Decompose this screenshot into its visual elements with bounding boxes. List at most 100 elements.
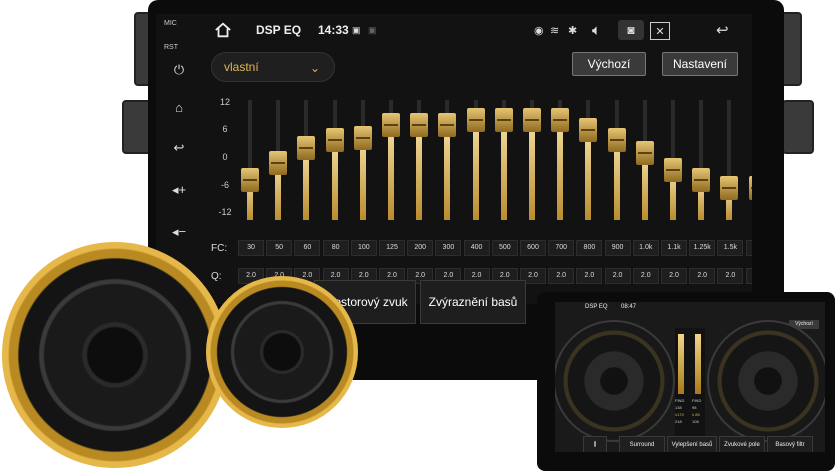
slider-knob[interactable] bbox=[353, 126, 372, 150]
q-cell[interactable]: 2.0 bbox=[745, 268, 752, 284]
slider-fill bbox=[416, 125, 423, 220]
mount-bracket-right-lower bbox=[782, 100, 814, 154]
fc-cell[interactable]: 80 bbox=[322, 240, 349, 256]
eq-slider[interactable] bbox=[691, 100, 711, 220]
q-cell[interactable]: 2.0 bbox=[717, 268, 744, 284]
back-side-icon[interactable]: ↩ bbox=[168, 140, 190, 158]
slider-knob[interactable] bbox=[692, 168, 711, 192]
q-cell[interactable]: 2.0 bbox=[576, 268, 603, 284]
mini-fader-right[interactable] bbox=[695, 334, 701, 394]
eq-slider[interactable] bbox=[437, 100, 457, 220]
back-icon[interactable]: ↩ bbox=[716, 20, 729, 40]
slider-knob[interactable] bbox=[523, 108, 541, 132]
eq-slider[interactable] bbox=[635, 100, 655, 220]
fc-cell[interactable]: 60 bbox=[294, 240, 321, 256]
eq-slider[interactable] bbox=[607, 100, 627, 220]
fc-cell[interactable]: 800 bbox=[576, 240, 603, 256]
volume-up-icon[interactable]: ◂+ bbox=[168, 182, 190, 200]
fc-cell[interactable]: 300 bbox=[435, 240, 462, 256]
q-cell[interactable]: 2.0 bbox=[548, 268, 575, 284]
fc-cell[interactable]: 700 bbox=[548, 240, 575, 256]
fc-cell[interactable]: 200 bbox=[407, 240, 434, 256]
y-tick: 6 bbox=[222, 124, 228, 134]
eq-slider[interactable] bbox=[325, 100, 345, 220]
mini-readout: 98 bbox=[692, 405, 697, 410]
mini-fader-label: FIND bbox=[675, 398, 685, 403]
settings-button[interactable]: Nastavení bbox=[662, 52, 738, 76]
eq-slider[interactable] bbox=[466, 100, 486, 220]
eq-slider[interactable] bbox=[381, 100, 401, 220]
eq-slider[interactable] bbox=[296, 100, 316, 220]
fc-cell[interactable]: 900 bbox=[604, 240, 631, 256]
mini-tab-surround[interactable]: Surround bbox=[619, 436, 665, 452]
fc-cell[interactable]: 400 bbox=[463, 240, 490, 256]
location-icon: ◉ bbox=[534, 24, 544, 37]
slider-knob[interactable] bbox=[664, 158, 682, 182]
eq-slider[interactable] bbox=[663, 100, 683, 220]
wifi-icon: ≋ bbox=[550, 24, 560, 37]
slider-knob[interactable] bbox=[748, 176, 752, 200]
preset-dropdown[interactable]: vlastní ⌄ bbox=[211, 52, 335, 82]
home-side-icon[interactable]: ⌂ bbox=[168, 100, 190, 118]
close-app-icon[interactable]: ✕ bbox=[650, 22, 670, 40]
mini-tab-sound-field[interactable]: Zvukové pole bbox=[719, 436, 765, 452]
fc-cell[interactable]: 600 bbox=[520, 240, 546, 256]
mini-tab-bass[interactable]: Vylepšení basů bbox=[667, 436, 717, 452]
eq-slider[interactable] bbox=[409, 100, 429, 220]
fc-cell[interactable]: 100 bbox=[350, 240, 377, 256]
volume-icon[interactable]: 🔈︎ bbox=[592, 20, 601, 40]
slider-knob[interactable] bbox=[325, 128, 344, 152]
eq-slider[interactable] bbox=[719, 100, 739, 220]
mini-clock: 08:47 bbox=[621, 304, 637, 310]
fc-cell[interactable]: 500 bbox=[491, 240, 518, 256]
slider-knob[interactable] bbox=[607, 128, 626, 152]
fc-cell[interactable]: 1.0k bbox=[632, 240, 659, 256]
mini-tab-equalizer[interactable]: ⫼ bbox=[583, 436, 607, 452]
y-tick: 12 bbox=[219, 97, 230, 107]
home-icon[interactable] bbox=[214, 21, 232, 39]
slider-knob[interactable] bbox=[466, 108, 485, 132]
mini-tab-bass-filter[interactable]: Basový filtr bbox=[767, 436, 813, 452]
fc-cell[interactable]: 125 bbox=[379, 240, 405, 256]
eq-slider[interactable] bbox=[522, 100, 542, 220]
fc-cell[interactable]: 1.1k bbox=[661, 240, 687, 256]
slider-knob[interactable] bbox=[551, 108, 570, 132]
fc-cell[interactable]: 30 bbox=[238, 240, 264, 256]
tab-bass-boost[interactable]: Zvýraznění basů bbox=[420, 280, 526, 324]
mini-readout: ≤170 bbox=[675, 412, 684, 417]
fc-cell[interactable]: 1.25k bbox=[689, 240, 716, 256]
q-cell[interactable]: 2.0 bbox=[632, 268, 659, 284]
eq-slider[interactable] bbox=[748, 100, 752, 220]
eq-slider[interactable] bbox=[240, 100, 260, 220]
fc-cell[interactable]: 1.5k bbox=[717, 240, 744, 256]
volume-down-icon[interactable]: ◂− bbox=[168, 224, 190, 242]
eq-slider[interactable] bbox=[578, 100, 598, 220]
slider-knob[interactable] bbox=[635, 141, 654, 165]
power-icon[interactable]: ⏻ bbox=[168, 62, 190, 80]
slider-knob[interactable] bbox=[382, 113, 400, 137]
slider-knob[interactable] bbox=[720, 176, 739, 200]
screenshot-icon[interactable]: ◙ bbox=[618, 20, 644, 40]
eq-slider[interactable] bbox=[268, 100, 288, 220]
slider-knob[interactable] bbox=[241, 168, 259, 192]
slider-knob[interactable] bbox=[579, 118, 598, 142]
eq-slider[interactable] bbox=[353, 100, 373, 220]
q-cell[interactable]: 2.0 bbox=[689, 268, 716, 284]
slider-knob[interactable] bbox=[410, 113, 429, 137]
slider-knob[interactable] bbox=[438, 113, 457, 137]
q-cell[interactable]: 2.0 bbox=[661, 268, 687, 284]
q-cell[interactable]: 2.0 bbox=[604, 268, 631, 284]
small-speaker bbox=[206, 276, 358, 428]
fc-cell[interactable]: 1.8k bbox=[745, 240, 752, 256]
slider-knob[interactable] bbox=[297, 136, 316, 160]
chevron-down-icon: ⌄ bbox=[309, 61, 320, 75]
slider-knob[interactable] bbox=[269, 151, 288, 175]
eq-slider[interactable] bbox=[494, 100, 514, 220]
slider-knob[interactable] bbox=[494, 108, 513, 132]
notification-icon: ▣ bbox=[368, 24, 377, 35]
fc-cell[interactable]: 50 bbox=[266, 240, 293, 256]
default-button[interactable]: Výchozí bbox=[572, 52, 646, 76]
mini-fader-left[interactable] bbox=[678, 334, 684, 394]
mini-fader-panel: FIND FIND 138 ≤170 218 98 ≤ 85 108 bbox=[675, 328, 705, 438]
eq-slider[interactable] bbox=[550, 100, 570, 220]
